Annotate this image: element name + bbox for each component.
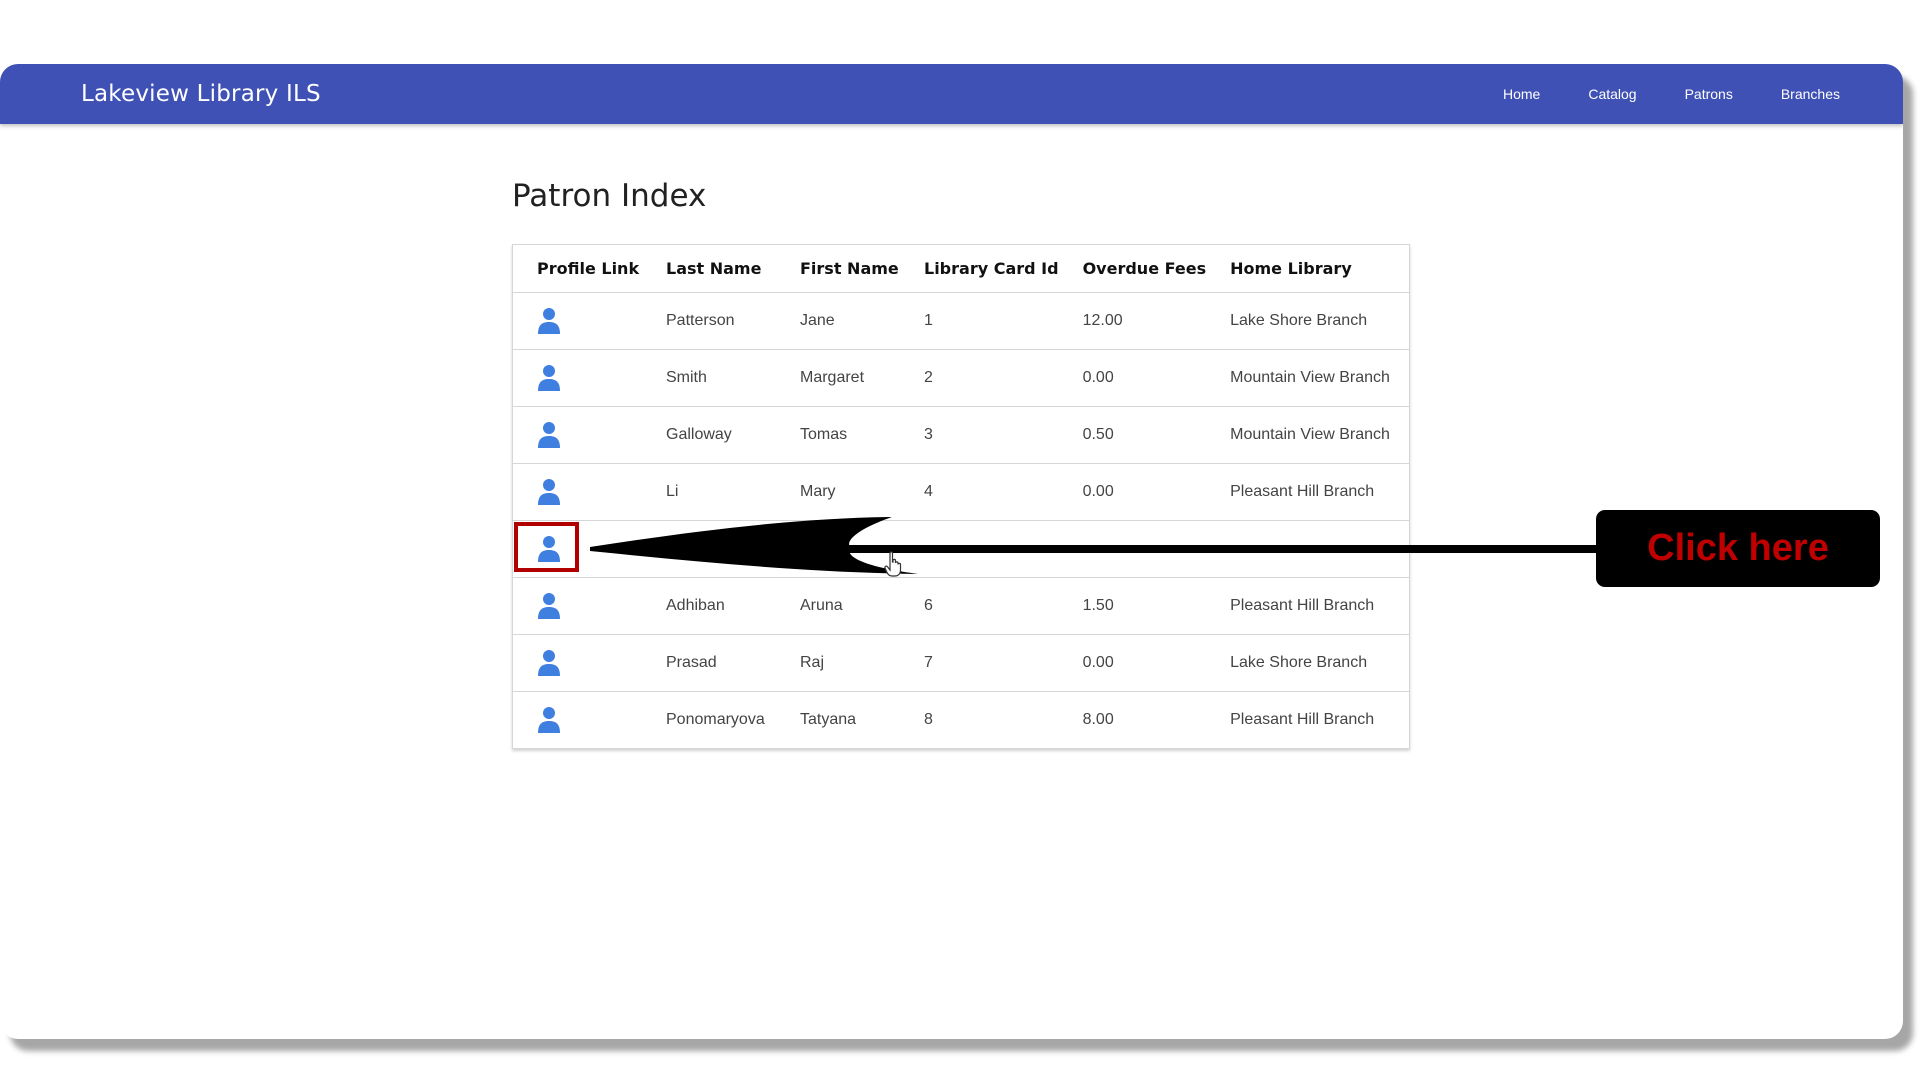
table-header-row: Profile Link Last Name First Name Librar…	[513, 245, 1409, 293]
last-name-cell	[642, 520, 776, 578]
user-icon[interactable]	[537, 364, 561, 392]
callout-box: Click here	[1596, 510, 1880, 587]
user-icon[interactable]	[537, 649, 561, 677]
patron-table-card: Profile Link Last Name First Name Librar…	[512, 244, 1410, 749]
card-id-cell: 1	[900, 292, 1059, 350]
last-name-cell: Li	[642, 463, 776, 521]
highlight-box	[514, 522, 579, 572]
overdue-fees-cell: 0.00	[1058, 349, 1207, 407]
header-last-name[interactable]: Last Name	[642, 245, 776, 293]
first-name-cell: Aruna	[776, 577, 900, 635]
card-id-cell: 8	[924, 711, 933, 728]
last-name-cell: Adhiban	[642, 577, 776, 635]
page-title: Patron Index	[512, 178, 707, 214]
overdue-fees-cell: 0.00	[1058, 634, 1207, 692]
app-brand[interactable]: Lakeview Library ILS	[81, 64, 321, 124]
nav-links: Home Catalog Patrons Branches	[1479, 64, 1864, 124]
user-icon[interactable]	[537, 307, 561, 335]
user-icon[interactable]	[537, 478, 561, 506]
user-icon[interactable]	[537, 421, 561, 449]
nav-catalog[interactable]: Catalog	[1564, 86, 1660, 102]
last-name-cell: Prasad	[642, 634, 776, 692]
last-name-cell: Ponomaryova	[666, 711, 765, 728]
table-row: Smith Margaret 2 0.00 Mountain View Bran…	[513, 349, 1409, 407]
home-library-cell: Mountain View Branch	[1206, 406, 1409, 464]
user-icon[interactable]	[537, 592, 561, 620]
profile-link-cell	[513, 406, 642, 464]
first-name-cell: Tomas	[776, 406, 900, 464]
table-row: Patterson Jane 1 12.00 Lake Shore Branch	[513, 292, 1409, 350]
table-body: Patterson Jane 1 12.00 Lake Shore Branch…	[513, 292, 1409, 749]
table-row-highlighted	[513, 520, 1409, 578]
home-library-cell: Pleasant Hill Branch	[1206, 577, 1409, 635]
table-row: Adhiban Aruna 6 1.50 Pleasant Hill Branc…	[513, 577, 1409, 635]
last-name-cell: Galloway	[642, 406, 776, 464]
table-row: Prasad Raj 7 0.00 Lake Shore Branch	[513, 634, 1409, 692]
card-id-cell: 2	[900, 349, 1059, 407]
table-row: Li Mary 4 0.00 Pleasant Hill Branch	[513, 463, 1409, 521]
overdue-fees-cell: 0.50	[1058, 406, 1207, 464]
first-name-cell: Jane	[776, 292, 900, 350]
callout-text: Click here	[1647, 527, 1829, 569]
overdue-fees-cell: 0.00	[1058, 463, 1207, 521]
overdue-fees-cell	[1058, 520, 1207, 578]
user-icon[interactable]	[537, 706, 561, 734]
first-name-cell: Mary	[776, 463, 900, 521]
table-row: Galloway Tomas 3 0.50 Mountain View Bran…	[513, 406, 1409, 464]
nav-patrons[interactable]: Patrons	[1661, 86, 1757, 102]
table-row: Ponomaryova Tatyana 8 8.00 Pleasant Hill…	[513, 692, 1409, 749]
profile-link-cell	[513, 349, 642, 407]
last-name-cell: Smith	[642, 349, 776, 407]
card-id-cell: 4	[900, 463, 1059, 521]
first-name-cell: Tatyana	[800, 711, 857, 728]
patron-table: Profile Link Last Name First Name Librar…	[513, 245, 1409, 748]
overdue-fees-cell: 12.00	[1058, 292, 1207, 350]
profile-link-cell	[513, 577, 642, 635]
header-overdue-fees[interactable]: Overdue Fees	[1058, 245, 1207, 293]
overdue-fees-cell: 1.50	[1058, 577, 1207, 635]
first-name-cell: Margaret	[776, 349, 900, 407]
profile-link-cell	[513, 692, 642, 749]
header-library-card-id[interactable]: Library Card Id	[900, 245, 1059, 293]
overdue-fees-cell: 8.00	[1082, 711, 1114, 728]
home-library-cell: Lake Shore Branch	[1206, 292, 1409, 350]
first-name-cell: Raj	[776, 634, 900, 692]
home-library-cell: Pleasant Hill Branch	[1230, 711, 1375, 728]
last-name-cell: Patterson	[642, 292, 776, 350]
header-profile-link: Profile Link	[513, 245, 642, 293]
home-library-cell: Lake Shore Branch	[1206, 634, 1409, 692]
profile-link-cell	[513, 292, 642, 350]
screenshot-stage: Lakeview Library ILS Home Catalog Patron…	[0, 0, 1920, 1080]
card-id-cell: 7	[900, 634, 1059, 692]
profile-link-cell	[513, 463, 642, 521]
card-id-cell: 3	[900, 406, 1059, 464]
profile-link-cell	[513, 634, 642, 692]
home-library-cell: Pleasant Hill Branch	[1206, 463, 1409, 521]
home-library-cell	[1206, 520, 1409, 578]
header-first-name[interactable]: First Name	[776, 245, 900, 293]
home-library-cell: Mountain View Branch	[1206, 349, 1409, 407]
first-name-cell	[776, 520, 900, 578]
top-navbar: Lakeview Library ILS Home Catalog Patron…	[0, 64, 1903, 124]
nav-branches[interactable]: Branches	[1757, 86, 1864, 102]
card-id-cell: 6	[900, 577, 1059, 635]
hand-pointer-icon	[884, 551, 902, 577]
header-home-library[interactable]: Home Library	[1206, 245, 1409, 293]
nav-home[interactable]: Home	[1479, 86, 1564, 102]
card-id-cell	[900, 520, 1059, 578]
